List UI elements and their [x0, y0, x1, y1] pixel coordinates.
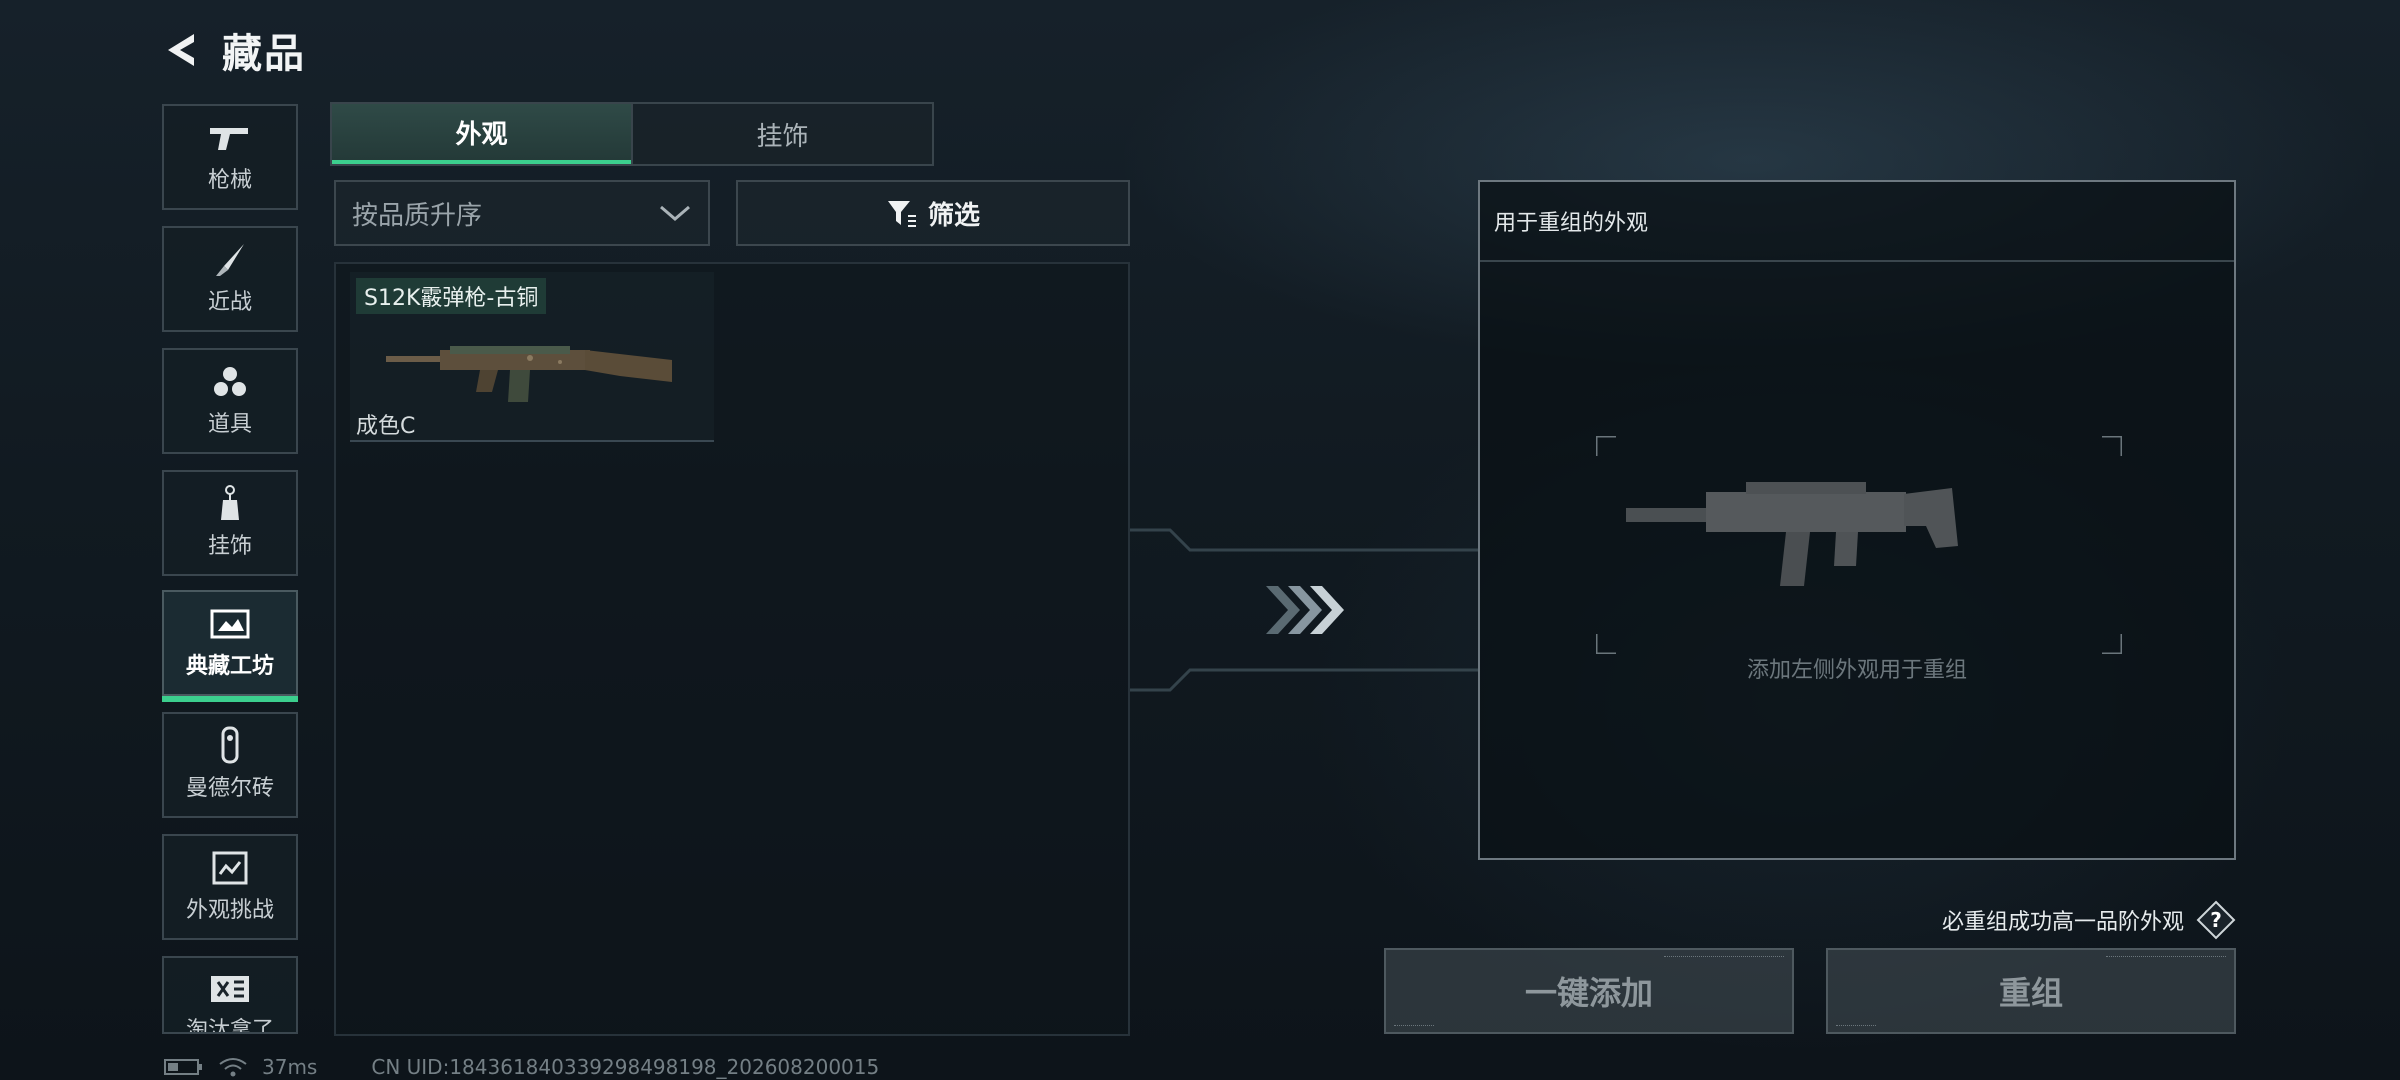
sidebar-item-label: 外观挑战	[185, 898, 274, 923]
sort-label: 按品质升序	[352, 200, 483, 231]
recombine-label: 重组	[1998, 974, 2063, 1012]
chevron-down-icon	[660, 205, 690, 221]
sidebar-item-label: 近战	[207, 290, 252, 315]
brick-icon	[207, 726, 253, 764]
shotgun-image	[386, 346, 672, 402]
button-deco	[1664, 956, 1784, 967]
sidebar-item-label: 道具	[207, 412, 252, 437]
skin-condition: 成色C	[356, 414, 416, 439]
back-arrow-icon[interactable]	[160, 28, 204, 72]
battery-icon	[164, 1059, 202, 1075]
add-all-button[interactable]: 一键添加	[1384, 948, 1794, 1034]
charm-icon	[207, 485, 253, 522]
help-icon[interactable]: ?	[2196, 900, 2236, 940]
sidebar-item-mandel-brick[interactable]: 曼德尔砖	[162, 712, 298, 818]
button-deco	[1836, 1019, 1876, 1026]
page-title: 藏品	[222, 31, 306, 77]
sidebar-item-charms[interactable]: 挂饰	[162, 470, 298, 576]
sidebar-item-label: 枪械	[207, 168, 252, 193]
user-uid: CN UID:18436184033929849819­8_2026082000…	[371, 1055, 880, 1079]
challenge-icon	[207, 850, 253, 886]
skin-name: S12K霰弹枪-古铜	[356, 278, 547, 314]
filter-button[interactable]: 筛选	[736, 180, 1130, 246]
tab-appearance[interactable]: 外观	[332, 104, 631, 164]
button-deco	[2106, 956, 2226, 967]
knife-icon	[207, 242, 253, 278]
placeholder-hint: 添加左侧外观用于重组	[1746, 658, 1967, 683]
pistol-icon	[207, 120, 253, 156]
svg-text:?: ?	[2210, 908, 2222, 932]
add-all-label: 一键添加	[1524, 974, 1653, 1012]
wifi-icon	[219, 1058, 247, 1077]
recombine-button[interactable]: 重组	[1826, 948, 2236, 1034]
sidebar-item-label: 典藏工坊	[185, 654, 274, 679]
panel-header: 用于重组的外观	[1480, 182, 2234, 262]
header: 藏品	[160, 20, 306, 80]
ping-value: 37ms	[262, 1055, 318, 1079]
sidebar-item-label: 曼德尔砖	[185, 776, 274, 801]
recombine-target-panel: 用于重组的外观 添加左侧外观用于重组	[1478, 180, 2236, 860]
grenades-icon	[207, 364, 253, 400]
guarantee-note: 必重组成功高一品阶外观 ?	[1942, 900, 2236, 940]
tab-bar: 外观 挂饰	[330, 102, 934, 166]
status-bar: 37ms CN UID:18436184033929849819­8_20260…	[164, 1055, 880, 1079]
chevrons-right-icon	[1266, 586, 1344, 634]
rifle-placeholder-icon[interactable]	[1596, 436, 2122, 654]
elimination-icon	[207, 972, 253, 1006]
sidebar-item-melee[interactable]: 近战	[162, 226, 298, 332]
sort-dropdown[interactable]: 按品质升序	[334, 180, 710, 246]
filter-label: 筛选	[927, 200, 980, 231]
filter-icon	[887, 201, 916, 227]
sidebar-item-elimination[interactable]: 淘汰拿了	[162, 956, 298, 1034]
sidebar-item-guns[interactable]: 枪械	[162, 104, 298, 210]
card-divider	[350, 440, 714, 442]
guarantee-text: 必重组成功高一品阶外观	[1941, 910, 2184, 935]
sidebar-item-workshop[interactable]: 典藏工坊	[162, 590, 298, 702]
sidebar-item-skin-challenge[interactable]: 外观挑战	[162, 834, 298, 940]
sidebar-item-items[interactable]: 道具	[162, 348, 298, 454]
panel-title: 用于重组的外观	[1494, 211, 1649, 236]
skin-card[interactable]: S12K霰弹枪-古铜 成色C	[350, 272, 714, 442]
tab-charms[interactable]: 挂饰	[631, 104, 932, 164]
sidebar-item-label: 挂饰	[207, 534, 252, 559]
button-deco	[1394, 1019, 1434, 1026]
sidebar-item-label: 淘汰拿了	[185, 1018, 274, 1034]
workshop-icon	[207, 606, 253, 642]
